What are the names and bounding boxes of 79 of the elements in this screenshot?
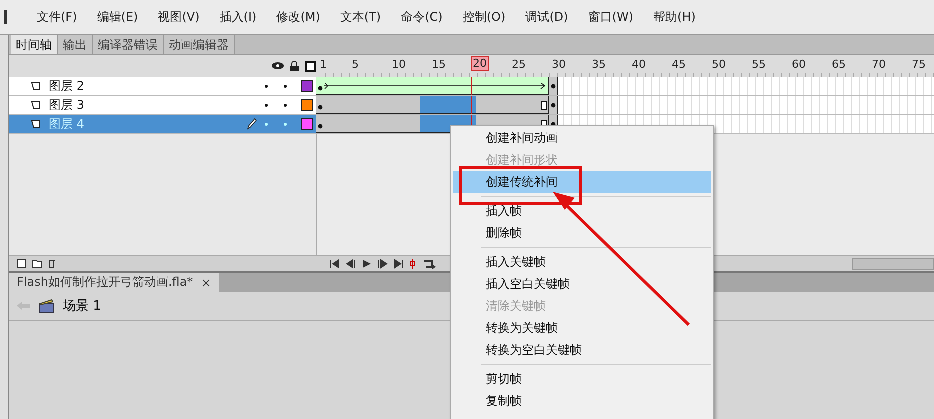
first-frame-icon[interactable] bbox=[330, 258, 340, 268]
frame-number: 25 bbox=[511, 58, 527, 71]
keyframe-dot bbox=[550, 102, 556, 108]
menu-item[interactable]: 复制帧 bbox=[453, 390, 711, 412]
new-layer-icon[interactable] bbox=[17, 258, 27, 268]
lock-dot bbox=[284, 122, 287, 126]
lock-icon[interactable] bbox=[290, 61, 299, 71]
visibility-dot bbox=[265, 84, 268, 88]
keyframe-dot bbox=[318, 105, 323, 110]
menu-item[interactable]: 插入帧 bbox=[453, 200, 711, 222]
clapperboard-icon bbox=[39, 298, 55, 314]
close-button[interactable]: × bbox=[201, 276, 212, 290]
frame-number: 45 bbox=[671, 58, 687, 71]
frame-number: 50 bbox=[711, 58, 727, 71]
menu-item[interactable]: 创建补间动画 bbox=[453, 127, 711, 149]
menu-item[interactable]: 删除帧 bbox=[453, 222, 711, 244]
keyframe-dot bbox=[318, 124, 323, 129]
panel-tab[interactable]: 时间轴 bbox=[11, 35, 58, 54]
keyframe-dot bbox=[550, 84, 556, 88]
document-title: Flash如何制作拉开弓箭动画.fla* bbox=[17, 274, 194, 291]
app-logo-icon bbox=[4, 10, 7, 24]
menu-item[interactable]: 窗口(W) bbox=[578, 8, 644, 26]
menu-item[interactable]: 视图(V) bbox=[148, 8, 210, 26]
frame-number: 60 bbox=[791, 58, 807, 71]
frame-number: 15 bbox=[431, 58, 447, 71]
menu-item[interactable]: 帮助(H) bbox=[644, 8, 706, 26]
end-frame-marker bbox=[541, 101, 547, 110]
next-frame-icon[interactable] bbox=[378, 258, 388, 268]
frame-number: 30 bbox=[551, 58, 567, 71]
center-frame-icon[interactable] bbox=[410, 258, 416, 268]
document-tab[interactable]: Flash如何制作拉开弓箭动画.fla* × bbox=[9, 273, 220, 292]
folder-icon[interactable] bbox=[32, 258, 43, 268]
menu-item[interactable]: 修改(M) bbox=[266, 8, 330, 26]
menu-item[interactable]: 文件(F) bbox=[27, 8, 88, 26]
frame-number: 65 bbox=[831, 58, 847, 71]
menu-item[interactable]: 剪切帧 bbox=[453, 368, 711, 390]
layer-row[interactable]: 图层 2 bbox=[9, 77, 316, 95]
last-frame-icon[interactable] bbox=[394, 258, 404, 268]
frame-number: 55 bbox=[751, 58, 767, 71]
trash-icon[interactable] bbox=[48, 258, 56, 268]
layer-name: 图层 4 bbox=[49, 116, 86, 132]
menu-item[interactable]: 调试(D) bbox=[516, 8, 578, 26]
menu-item[interactable]: 文本(T) bbox=[330, 8, 392, 26]
loop-icon[interactable] bbox=[422, 258, 436, 268]
menu-item[interactable]: 创建传统补间 bbox=[453, 171, 711, 193]
menu-item[interactable]: 转换为空白关键帧 bbox=[453, 339, 711, 361]
menu-item[interactable]: 插入(I) bbox=[210, 8, 267, 26]
layer-name: 图层 3 bbox=[49, 96, 86, 114]
menu-item[interactable]: 编辑(E) bbox=[87, 8, 148, 26]
keyframe-dot bbox=[318, 86, 323, 91]
outline-icon[interactable] bbox=[305, 60, 316, 72]
panel-tab[interactable]: 编译器错误 bbox=[93, 35, 164, 54]
lock-dot bbox=[284, 84, 287, 88]
frame-number: 10 bbox=[391, 58, 407, 71]
layer-name: 图层 2 bbox=[49, 78, 86, 94]
eye-icon[interactable] bbox=[272, 62, 284, 70]
previous-frame-icon[interactable] bbox=[346, 258, 356, 268]
visibility-dot bbox=[265, 122, 268, 126]
frame-number: 70 bbox=[871, 58, 887, 71]
frame-number: 35 bbox=[591, 58, 607, 71]
frame-number: 1 bbox=[319, 58, 328, 71]
frame-span[interactable] bbox=[316, 96, 548, 114]
menu-item[interactable]: 转换为关键帧 bbox=[453, 317, 711, 339]
tween-span[interactable] bbox=[316, 77, 548, 95]
menu-item[interactable]: 插入空白关键帧 bbox=[453, 273, 711, 295]
lock-dot bbox=[284, 104, 287, 106]
playhead[interactable]: 20 bbox=[471, 56, 489, 71]
menu-item[interactable]: 控制(O) bbox=[452, 8, 516, 26]
frame-number: 5 bbox=[351, 58, 360, 71]
visibility-dot bbox=[265, 104, 268, 106]
menu-item[interactable]: 插入关键帧 bbox=[453, 251, 711, 273]
panel-tab[interactable]: 输出 bbox=[58, 35, 93, 54]
frame-number: 40 bbox=[631, 58, 647, 71]
frame-number: 75 bbox=[911, 58, 927, 71]
play-icon[interactable] bbox=[362, 258, 372, 268]
panel-tab[interactable]: 动画编辑器 bbox=[164, 35, 235, 54]
menu-item[interactable]: 命令(C) bbox=[391, 8, 453, 26]
scene-name: 场景 1 bbox=[63, 298, 102, 315]
layer-row[interactable]: 图层 3 bbox=[9, 96, 316, 114]
